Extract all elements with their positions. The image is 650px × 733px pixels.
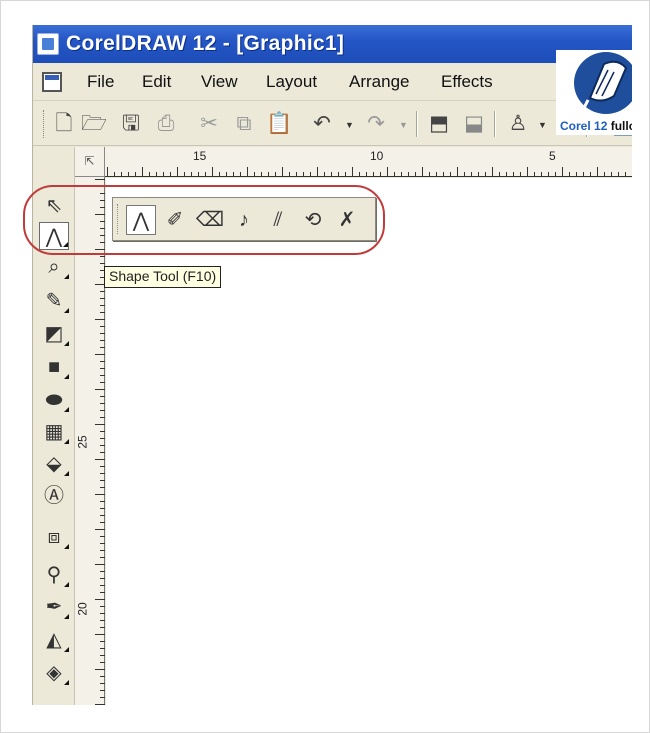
graph-paper-tool-icon[interactable]: ▦ <box>39 418 69 446</box>
menu-edit[interactable]: Edit <box>142 72 171 92</box>
new-document-icon[interactable]: 🗋 <box>51 111 77 137</box>
ruler-label-10: 10 <box>370 149 384 163</box>
copy-icon[interactable]: ⧉ <box>231 111 257 137</box>
freehand-tool-icon[interactable]: ✎ <box>39 287 69 315</box>
flyout-grip[interactable] <box>117 204 120 234</box>
application-launcher-icon[interactable]: ♙ <box>505 111 531 137</box>
shape-tool-icon[interactable]: ⋀ <box>126 205 156 235</box>
flyout-indicator-icon <box>64 439 69 444</box>
virtual-segment-delete-icon[interactable]: ✗ <box>332 205 362 235</box>
flyout-indicator-icon <box>64 647 69 652</box>
logo-suffix: fullcrack <box>610 119 632 133</box>
flyout-indicator-icon <box>64 471 69 476</box>
launcher-dropdown-icon[interactable]: ▼ <box>538 120 547 130</box>
flyout-indicator-icon <box>64 407 69 412</box>
flyout-indicator-icon <box>64 544 69 549</box>
window-title: CorelDRAW 12 - [Graphic1] <box>66 32 345 55</box>
logo-brand: Corel <box>560 119 591 133</box>
toolbar-grip[interactable] <box>43 110 46 138</box>
menu-file[interactable]: File <box>87 72 114 92</box>
outline-tool-icon[interactable]: ✒ <box>39 593 69 621</box>
drawing-canvas[interactable] <box>106 178 632 705</box>
eyedropper-tool-icon[interactable]: ⚲ <box>39 561 69 589</box>
free-transform-tool-icon[interactable]: ⟲ <box>298 205 328 235</box>
shape-tool-flyout: ⋀ ✐ ⌫ ♪ ⫽ ⟲ ✗ <box>112 197 376 241</box>
flyout-indicator-icon <box>63 242 68 247</box>
coreldraw-window: CorelDRAW 12 - [Graphic1] File Edit View… <box>32 25 632 705</box>
interactive-fill-tool-icon[interactable]: ◈ <box>39 659 69 687</box>
ruler-origin-icon[interactable]: ⇱ <box>75 147 105 177</box>
flyout-indicator-icon <box>64 274 69 279</box>
document-menu-icon[interactable] <box>42 72 62 92</box>
export-icon[interactable]: ⬓ <box>461 111 487 137</box>
shape-tool-tooltip: Shape Tool (F10) <box>104 266 222 288</box>
open-icon[interactable]: 🗁 <box>81 111 107 137</box>
import-icon[interactable]: ⬒ <box>426 111 452 137</box>
title-bar[interactable]: CorelDRAW 12 - [Graphic1] <box>33 25 632 63</box>
flyout-indicator-icon <box>64 680 69 685</box>
ruler-label-15: 15 <box>193 149 207 163</box>
toolbar-separator <box>416 111 418 137</box>
flyout-indicator-icon <box>64 582 69 587</box>
menu-effects[interactable]: Effects <box>441 72 493 92</box>
menu-bar: File Edit View Layout Arrange Effects <box>33 63 632 101</box>
shape-tool-icon[interactable]: ⋀ <box>39 222 69 250</box>
flyout-indicator-icon <box>64 308 69 313</box>
smart-fill-tool-icon[interactable]: ◩ <box>39 320 69 348</box>
paste-icon[interactable]: 📋 <box>266 111 292 137</box>
screenshot-frame: CorelDRAW 12 - [Graphic1] File Edit View… <box>0 0 650 733</box>
redo-dropdown-icon[interactable]: ▼ <box>399 120 408 130</box>
horizontal-ruler[interactable]: 15 10 5 <box>105 147 632 177</box>
standard-toolbar: 🗋 🗁 🖫 ⎙ ✂ ⧉ 📋 ↶ ▼ ↷ ▼ ⬒ ⬓ ♙ ▼ ✲ 9 <box>33 102 632 146</box>
toolbox: ⇖ ⋀ ⌕ ✎ ◩ ■ ⬬ ▦ ⬙ Ⓐ ⧈ ⚲ ✒ ◭ ◈ <box>33 147 75 705</box>
undo-icon[interactable]: ↶ <box>309 111 335 137</box>
undo-dropdown-icon[interactable]: ▼ <box>345 120 354 130</box>
ruler-label-20: 20 <box>75 602 90 616</box>
ruler-label-25: 25 <box>75 435 90 449</box>
interactive-blend-tool-icon[interactable]: ⧈ <box>39 523 69 551</box>
roughen-brush-icon[interactable]: ⫽ <box>263 205 293 235</box>
flyout-indicator-icon <box>64 614 69 619</box>
menu-arrange[interactable]: Arrange <box>349 72 409 92</box>
pick-tool-icon[interactable]: ⇖ <box>39 192 69 220</box>
logo-caption: Corel 12 fullcrack <box>560 119 632 133</box>
eraser-tool-icon[interactable]: ⌫ <box>195 205 225 235</box>
flyout-indicator-icon <box>64 374 69 379</box>
redo-icon[interactable]: ↷ <box>363 111 389 137</box>
ruler-label-5: 5 <box>549 149 556 163</box>
ellipse-tool-icon[interactable]: ⬬ <box>39 386 69 414</box>
corel-balloon-logo-icon <box>574 52 632 114</box>
corel-logo: Corel 12 fullcrack <box>556 50 632 135</box>
text-tool-icon[interactable]: Ⓐ <box>39 482 69 510</box>
zoom-tool-icon[interactable]: ⌕ <box>39 253 69 281</box>
cut-icon[interactable]: ✂ <box>196 111 222 137</box>
knife-tool-icon[interactable]: ✐ <box>160 205 190 235</box>
menu-layout[interactable]: Layout <box>266 72 317 92</box>
app-icon <box>37 33 59 55</box>
rectangle-tool-icon[interactable]: ■ <box>39 353 69 381</box>
print-icon[interactable]: ⎙ <box>153 111 179 137</box>
fill-tool-icon[interactable]: ◭ <box>39 626 69 654</box>
menu-view[interactable]: View <box>201 72 238 92</box>
basic-shapes-tool-icon[interactable]: ⬙ <box>39 450 69 478</box>
smudge-brush-icon[interactable]: ♪ <box>229 205 259 235</box>
vertical-ruler[interactable]: 25 20 <box>75 177 105 705</box>
flyout-indicator-icon <box>64 341 69 346</box>
save-icon[interactable]: 🖫 <box>118 111 144 137</box>
logo-version: 12 <box>594 119 608 133</box>
toolbar-separator <box>494 111 496 137</box>
